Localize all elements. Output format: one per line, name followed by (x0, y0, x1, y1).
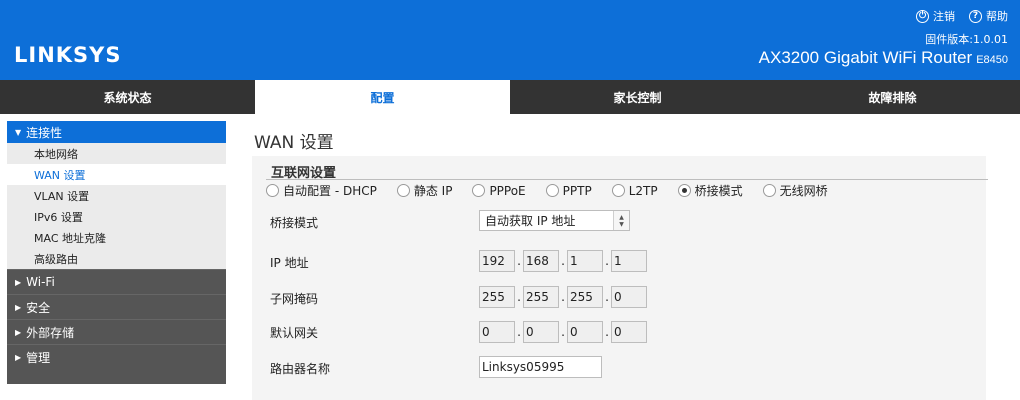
dot-separator: . (561, 325, 565, 339)
sidebar-group-wifi[interactable]: ▶ Wi-Fi (7, 269, 226, 294)
radio-button[interactable] (396, 184, 410, 197)
router-name-input[interactable]: Linksys05995 (479, 356, 602, 378)
gateway-octet-3[interactable]: 0 (567, 321, 603, 343)
model-name: AX3200 Gigabit WiFi Router (758, 48, 973, 67)
radio-button[interactable] (762, 184, 776, 197)
linksys-logo: LINKSYS (14, 43, 122, 67)
tab-parental-control[interactable]: 家长控制 (510, 80, 765, 114)
section-divider (266, 179, 988, 180)
sidebar-item-mac-clone[interactable]: MAC 地址克隆 (7, 227, 226, 248)
subnet-mask-input: 255. 255. 255. 0 (479, 286, 647, 308)
gateway-input: 0. 0. 0. 0 (479, 321, 647, 343)
radio-button[interactable] (545, 184, 559, 197)
sidebar: ▼ 连接性 本地网络 WAN 设置 VLAN 设置 IPv6 设置 MAC 地址… (7, 121, 226, 400)
dot-separator: . (517, 325, 521, 339)
triangle-down-icon: ▼ (15, 127, 22, 137)
radio-label: 静态 IP (413, 184, 453, 198)
radio-wireless-bridge[interactable]: 无线网桥 (762, 182, 828, 199)
radio-label: PPPoE (489, 183, 526, 198)
header-bar: LINKSYS ⏻ 注销 ? 帮助 固件版本:1.0.01 AX3200 Gig… (0, 0, 1020, 80)
firmware-version: 固件版本:1.0.01 (925, 33, 1008, 46)
tab-troubleshooting[interactable]: 故障排除 (765, 80, 1020, 114)
radio-pppoe[interactable]: PPPoE (472, 183, 526, 198)
subnet-octet-1[interactable]: 255 (479, 286, 515, 308)
sidebar-group-security[interactable]: ▶ 安全 (7, 294, 226, 319)
page-title: WAN 设置 (254, 133, 334, 153)
dot-separator: . (605, 254, 609, 268)
sidebar-group-label: 安全 (26, 300, 51, 315)
subnet-octet-3[interactable]: 255 (567, 286, 603, 308)
ip-address-label: IP 地址 (270, 256, 309, 270)
radio-static-ip[interactable]: 静态 IP (396, 182, 453, 199)
radio-label: 自动配置 - DHCP (283, 184, 377, 198)
triangle-right-icon: ▶ (15, 352, 22, 362)
subnet-mask-label: 子网掩码 (270, 292, 319, 306)
triangle-right-icon: ▶ (15, 302, 22, 312)
radio-button-selected[interactable] (677, 184, 691, 197)
subnet-octet-4[interactable]: 0 (611, 286, 647, 308)
radio-l2tp[interactable]: L2TP (611, 183, 658, 198)
dot-separator: . (605, 290, 609, 304)
main-tabs: 系统状态 配置 家长控制 故障排除 (0, 80, 1020, 114)
bridge-mode-select[interactable]: 自动获取 IP 地址 ▲ ▼ (479, 210, 630, 231)
radio-pptp[interactable]: PPTP (545, 183, 592, 198)
gateway-octet-4[interactable]: 0 (611, 321, 647, 343)
sidebar-item-wan-settings[interactable]: WAN 设置 (7, 164, 226, 185)
logout-link[interactable]: 注销 (933, 8, 955, 24)
radio-button[interactable] (611, 184, 625, 197)
tab-status[interactable]: 系统状态 (0, 80, 255, 114)
top-links: ⏻ 注销 ? 帮助 (906, 8, 1008, 24)
radio-label: PPTP (562, 183, 592, 198)
radio-bridge-mode[interactable]: 桥接模式 (677, 182, 743, 199)
subnet-octet-2[interactable]: 255 (523, 286, 559, 308)
help-icon[interactable]: ? (969, 9, 982, 23)
ip-octet-3[interactable]: 1 (567, 250, 603, 272)
main-content: WAN 设置 互联网设置 自动配置 - DHCP 静态 IP PPPoE PPT… (238, 114, 1020, 400)
gateway-octet-2[interactable]: 0 (523, 321, 559, 343)
model-info: AX3200 Gigabit WiFi Router E8450 (759, 48, 1008, 68)
dot-separator: . (561, 290, 565, 304)
sidebar-item-ipv6-settings[interactable]: IPv6 设置 (7, 206, 226, 227)
dot-separator: . (517, 290, 521, 304)
ip-octet-2[interactable]: 168 (523, 250, 559, 272)
sidebar-footer (7, 369, 226, 384)
sidebar-group-label: 管理 (26, 350, 51, 365)
sidebar-group-administration[interactable]: ▶ 管理 (7, 344, 226, 369)
bridge-mode-value: 自动获取 IP 地址 (485, 214, 576, 228)
ip-octet-1[interactable]: 192 (479, 250, 515, 272)
gateway-label: 默认网关 (270, 326, 319, 340)
radio-label: 桥接模式 (694, 184, 743, 198)
updown-arrow-icon: ▲ ▼ (613, 211, 629, 230)
sidebar-item-local-network[interactable]: 本地网络 (7, 143, 226, 164)
internet-settings-panel: 互联网设置 自动配置 - DHCP 静态 IP PPPoE PPTP L2TP (252, 156, 988, 400)
bridge-mode-label: 桥接模式 (270, 216, 319, 230)
connection-type-group: 自动配置 - DHCP 静态 IP PPPoE PPTP L2TP 桥接模式 无… (266, 182, 848, 199)
radio-button[interactable] (266, 184, 279, 197)
logout-icon[interactable]: ⏻ (916, 9, 929, 23)
sidebar-group-connectivity[interactable]: ▼ 连接性 (7, 121, 226, 143)
model-code: E8450 (976, 54, 1008, 66)
radio-label: 无线网桥 (779, 184, 828, 198)
sidebar-group-label: 外部存储 (26, 325, 75, 340)
tab-configuration[interactable]: 配置 (255, 80, 510, 114)
radio-label: L2TP (628, 183, 658, 198)
sidebar-group-external-storage[interactable]: ▶ 外部存储 (7, 319, 226, 344)
sidebar-item-vlan-settings[interactable]: VLAN 设置 (7, 185, 226, 206)
dot-separator: . (561, 254, 565, 268)
ip-address-input: 192. 168. 1. 1 (479, 250, 647, 272)
triangle-right-icon: ▶ (15, 277, 22, 287)
sidebar-group-label: 连接性 (26, 125, 63, 140)
dot-separator: . (517, 254, 521, 268)
sidebar-group-label: Wi-Fi (26, 275, 55, 289)
triangle-right-icon: ▶ (15, 327, 22, 337)
dot-separator: . (605, 325, 609, 339)
gateway-octet-1[interactable]: 0 (479, 321, 515, 343)
radio-dhcp[interactable]: 自动配置 - DHCP (266, 182, 377, 199)
router-name-label: 路由器名称 (270, 362, 331, 376)
radio-button[interactable] (472, 184, 486, 197)
help-link[interactable]: 帮助 (986, 8, 1008, 24)
ip-octet-4[interactable]: 1 (611, 250, 647, 272)
sidebar-item-advanced-routing[interactable]: 高级路由 (7, 248, 226, 269)
